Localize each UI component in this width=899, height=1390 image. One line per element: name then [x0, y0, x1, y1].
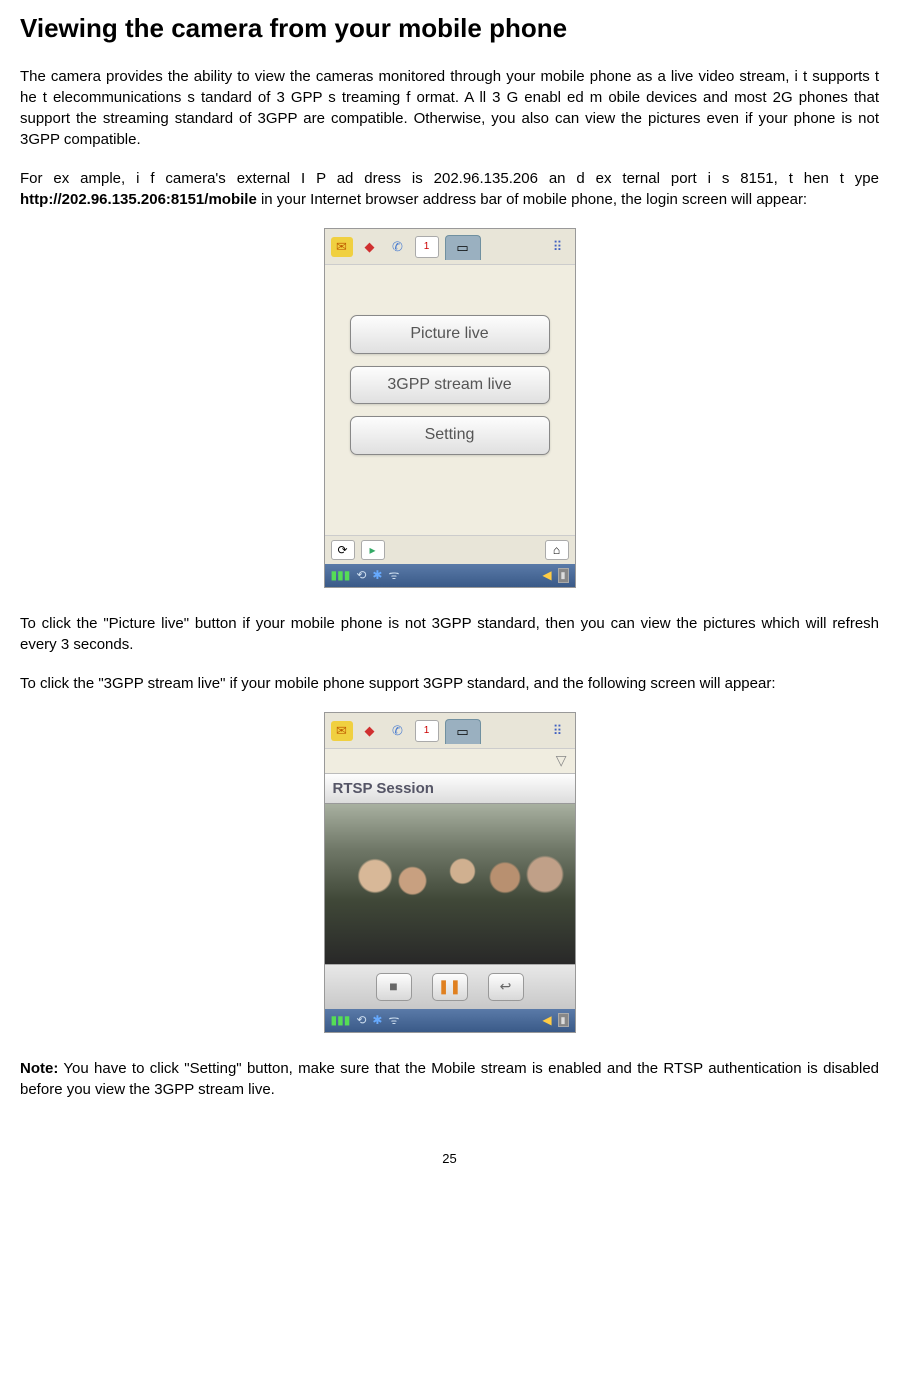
- paragraph-note: Note: You have to click "Setting" button…: [20, 1058, 879, 1100]
- calendar-icon: 1: [415, 720, 439, 742]
- collapse-bar: ▽: [325, 749, 575, 773]
- book-icon: ◆: [359, 237, 381, 257]
- forward-icon: ▸: [361, 540, 385, 560]
- example-url: http://202.96.135.206:8151/mobile: [20, 191, 257, 208]
- sound-icon: ◀: [542, 1012, 551, 1029]
- phone-mockup-2: ✉ ◆ ✆ 1 ▭ ⠿ ▽ RTSP Session ■ ❚❚ ↩ ▮▮▮ ⟲ …: [324, 712, 576, 1032]
- paragraph-intro: The camera provides the ability to view …: [20, 66, 879, 150]
- mail-icon: ✉: [331, 721, 353, 741]
- figure-rtsp-session: ✉ ◆ ✆ 1 ▭ ⠿ ▽ RTSP Session ■ ❚❚ ↩ ▮▮▮ ⟲ …: [20, 712, 879, 1032]
- pause-button[interactable]: ❚❚: [432, 973, 468, 1001]
- phone-icon: ✆: [387, 237, 409, 257]
- 3gpp-stream-live-button[interactable]: 3GPP stream live: [350, 366, 550, 404]
- back-button[interactable]: ↩: [488, 973, 524, 1001]
- figure-login-screen: ✉ ◆ ✆ 1 ▭ ⠿ Picture live 3GPP stream liv…: [20, 228, 879, 588]
- book-icon: ◆: [359, 721, 381, 741]
- picture-live-button[interactable]: Picture live: [350, 315, 550, 353]
- setting-button[interactable]: Setting: [350, 416, 550, 454]
- para2-text-a: For ex ample, i f camera's external I P …: [20, 170, 879, 187]
- wifi-icon: ᯤ: [388, 1012, 399, 1029]
- calendar-icon: 1: [415, 236, 439, 258]
- apps-icon: ⠿: [547, 237, 569, 257]
- phone-top-bar: ✉ ◆ ✆ 1 ▭ ⠿: [325, 229, 575, 265]
- bluetooth-icon: ✱: [372, 1012, 382, 1029]
- page-title: Viewing the camera from your mobile phon…: [20, 10, 879, 46]
- page-number: 25: [20, 1150, 879, 1168]
- video-frame-image: [325, 804, 575, 964]
- stop-button[interactable]: ■: [376, 973, 412, 1001]
- note-label: Note:: [20, 1060, 58, 1077]
- mail-icon: ✉: [331, 237, 353, 257]
- apps-icon: ⠿: [547, 721, 569, 741]
- phone-status-bar: ▮▮▮ ⟲ ✱ ᯤ ◀ ▮: [325, 564, 575, 587]
- wifi-icon: ᯤ: [388, 567, 399, 584]
- paragraph-picture-live: To click the "Picture live" button if yo…: [20, 613, 879, 655]
- paragraph-example: For ex ample, i f camera's external I P …: [20, 168, 879, 210]
- phone-status-bar: ▮▮▮ ⟲ ✱ ᯤ ◀ ▮: [325, 1009, 575, 1032]
- sync-icon: ⟲: [356, 567, 366, 584]
- video-stream: [325, 804, 575, 964]
- phone-bottom-bar: ⟳ ▸ ⌂: [325, 535, 575, 564]
- playback-controls: ■ ❚❚ ↩: [325, 964, 575, 1009]
- sync-icon: ⟲: [356, 1012, 366, 1029]
- signal-icon: ▮▮▮: [331, 567, 351, 584]
- phone-icon: ✆: [387, 721, 409, 741]
- camera-tab-icon: ▭: [445, 235, 481, 260]
- phone-top-bar: ✉ ◆ ✆ 1 ▭ ⠿: [325, 713, 575, 749]
- note-text: You have to click "Setting" button, make…: [20, 1060, 879, 1098]
- phone-mockup-1: ✉ ◆ ✆ 1 ▭ ⠿ Picture live 3GPP stream liv…: [324, 228, 576, 588]
- camera-tab-icon: ▭: [445, 719, 481, 744]
- paragraph-3gpp-stream: To click the "3GPP stream live" if your …: [20, 673, 879, 694]
- battery-icon: ▮: [558, 1013, 569, 1028]
- sound-icon: ◀: [542, 567, 551, 584]
- home-icon: ⌂: [545, 540, 569, 560]
- phone-content-area: Picture live 3GPP stream live Setting: [325, 265, 575, 535]
- refresh-icon: ⟳: [331, 540, 355, 560]
- battery-icon: ▮: [558, 568, 569, 583]
- signal-icon: ▮▮▮: [331, 1012, 351, 1029]
- bluetooth-icon: ✱: [372, 567, 382, 584]
- para2-text-c: in your Internet browser address bar of …: [257, 191, 807, 208]
- phone-video-area: ▽ RTSP Session ■ ❚❚ ↩: [325, 749, 575, 1009]
- rtsp-session-label: RTSP Session: [325, 773, 575, 804]
